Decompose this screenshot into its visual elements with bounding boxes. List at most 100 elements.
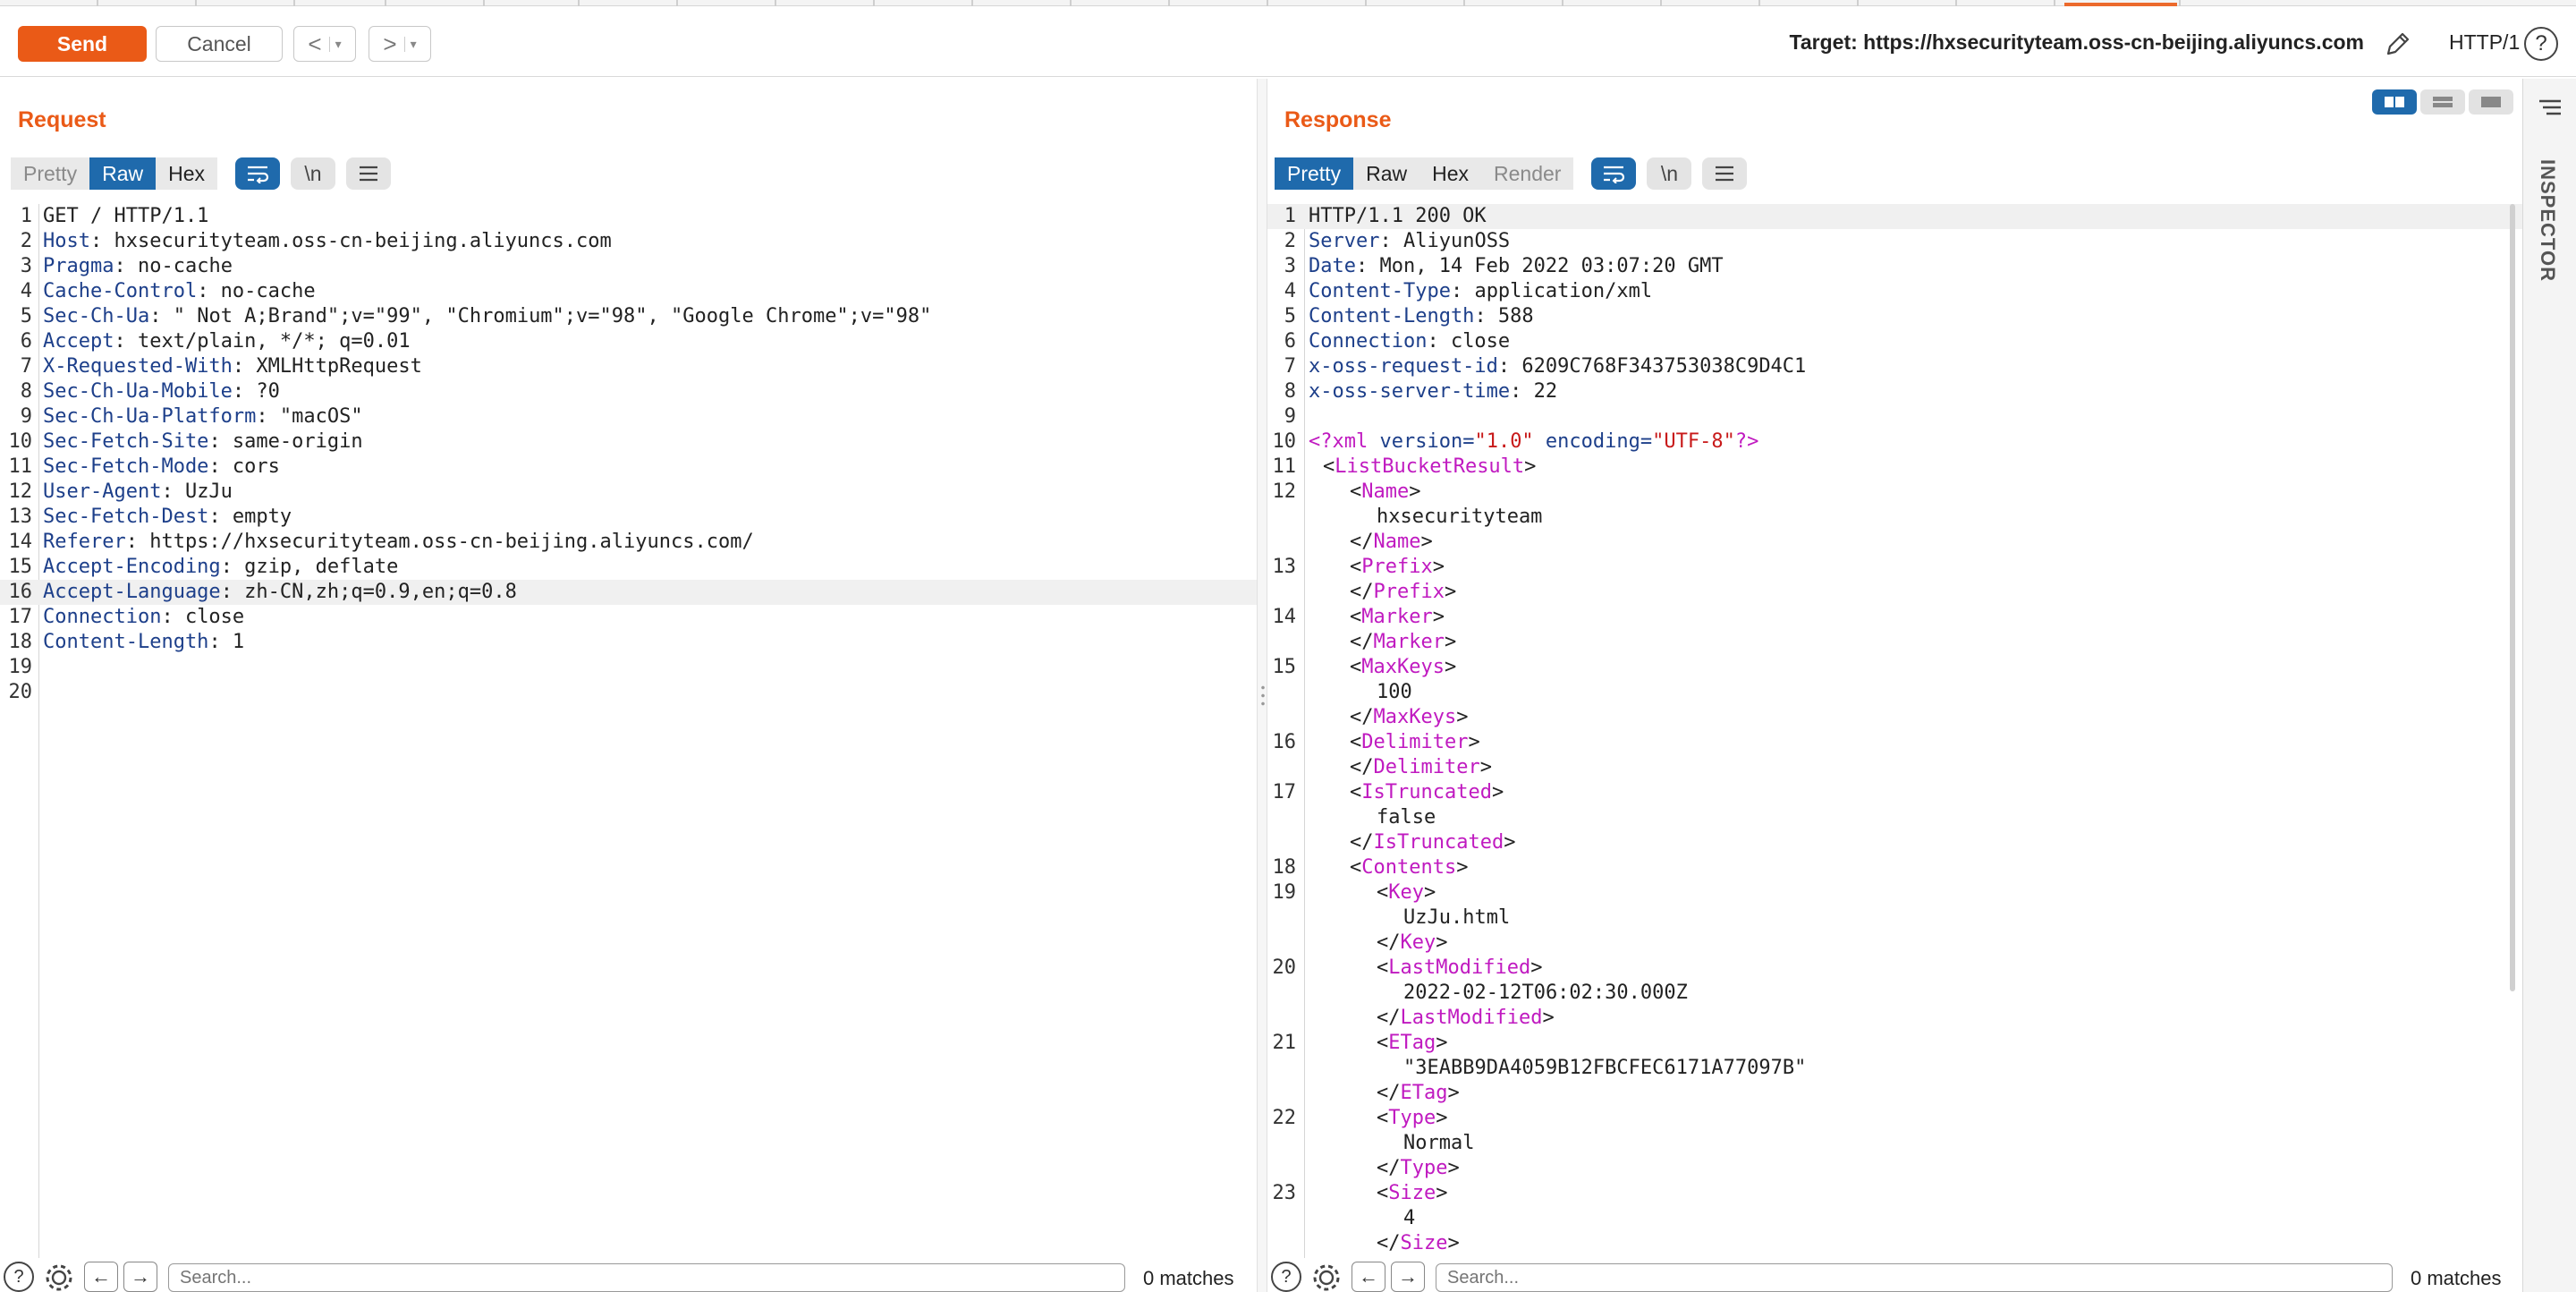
next-match-button[interactable]: → bbox=[123, 1262, 157, 1292]
header-name: x-oss-server-time bbox=[1309, 380, 1511, 403]
line-number: 10 bbox=[1272, 430, 1297, 453]
header-name: Accept-Language bbox=[43, 581, 221, 603]
gear-icon[interactable] bbox=[1310, 1262, 1343, 1292]
header-value: : gzip, deflate bbox=[220, 556, 399, 578]
layout-tabs-button[interactable] bbox=[2469, 89, 2513, 115]
xml-text: false bbox=[1377, 806, 1436, 829]
editor-menu-button[interactable] bbox=[1702, 157, 1748, 190]
response-code[interactable]: 1 HTTP/1.1 200 OK 2 Server: AliyunOSS 3 Date:… bbox=[1267, 204, 2522, 1258]
code-line: 7 X-Requested-With: XMLHttpRequest bbox=[0, 354, 1257, 379]
line-text: </LastModified> bbox=[1309, 1006, 1555, 1031]
xml-text: "3EABB9DA4059B12FBCFEC6171A77097B" bbox=[1403, 1057, 1807, 1079]
tab-separator bbox=[2054, 0, 2055, 6]
wrap-lines-button[interactable] bbox=[235, 157, 280, 190]
code-line: 21 <ETag> bbox=[1267, 1031, 2522, 1056]
xml-bracket: > bbox=[1424, 881, 1436, 904]
tab-hex[interactable]: Hex bbox=[1419, 157, 1481, 190]
tab-separator bbox=[578, 0, 580, 6]
tab-separator bbox=[676, 0, 678, 6]
xml-tag-name: Contents bbox=[1361, 856, 1457, 879]
protocol-selector[interactable]: HTTP/1 bbox=[2449, 30, 2520, 55]
line-text: Sec-Fetch-Mode: cors bbox=[43, 455, 280, 480]
code-line: 8 Sec-Ch-Ua-Mobile: ?0 bbox=[0, 379, 1257, 404]
tab-strip bbox=[0, 0, 2576, 6]
previous-match-button[interactable]: ← bbox=[84, 1262, 118, 1292]
active-repeater-tab[interactable] bbox=[2064, 0, 2177, 6]
line-text: Normal bbox=[1309, 1131, 1474, 1156]
xml-attr-value: "1.0" bbox=[1474, 430, 1534, 453]
header-name: Sec-Fetch-Dest bbox=[43, 506, 209, 528]
header-name: Host bbox=[43, 230, 90, 252]
line-number: 8 bbox=[1284, 380, 1296, 403]
inspector-label[interactable]: INSPECTOR bbox=[2536, 159, 2559, 282]
code-line: 20 <LastModified> bbox=[1267, 956, 2522, 981]
line-text: false bbox=[1309, 805, 1436, 830]
line-number: 14 bbox=[8, 531, 33, 553]
xml-tag-name: Size bbox=[1400, 1232, 1448, 1254]
header-name: Sec-Fetch-Site bbox=[43, 430, 209, 453]
request-editor[interactable]: 1 GET / HTTP/1.1 2 Host: hxsecurityteam.oss… bbox=[0, 204, 1257, 1258]
gear-icon[interactable] bbox=[43, 1262, 75, 1292]
line-number: 7 bbox=[1284, 355, 1296, 378]
code-line: </Key> bbox=[1267, 931, 2522, 956]
tab-raw[interactable]: Raw bbox=[89, 157, 157, 190]
line-text: x-oss-request-id: 6209C768F343753038C9D4… bbox=[1309, 354, 1806, 379]
code-line: "3EABB9DA4059B12FBCFEC6171A77097B" bbox=[1267, 1056, 2522, 1081]
inspector-sidebar[interactable]: INSPECTOR bbox=[2522, 79, 2576, 1292]
response-search-input[interactable] bbox=[1436, 1263, 2393, 1292]
code-line: 4 Content-Type: application/xml bbox=[1267, 279, 2522, 304]
request-view-tabs: Pretty Raw Hex \n bbox=[11, 157, 391, 190]
line-text: Sec-Ch-Ua-Platform: "macOS" bbox=[43, 404, 363, 429]
line-text: Accept-Encoding: gzip, deflate bbox=[43, 555, 398, 580]
layout-stacked-button[interactable] bbox=[2420, 89, 2465, 115]
layout-side-by-side-button[interactable] bbox=[2372, 89, 2417, 115]
line-text: <ETag> bbox=[1309, 1031, 1447, 1056]
request-code[interactable]: 1 GET / HTTP/1.1 2 Host: hxsecurityteam.oss… bbox=[0, 204, 1257, 705]
response-scrollbar[interactable] bbox=[2510, 204, 2515, 991]
line-number: 20 bbox=[8, 681, 33, 703]
request-search-input[interactable] bbox=[168, 1263, 1125, 1292]
line-text: <StorageClass> bbox=[1309, 1256, 1542, 1258]
drag-handle-icon[interactable] bbox=[1261, 684, 1265, 709]
help-icon[interactable]: ? bbox=[1271, 1262, 1301, 1292]
tab-pretty[interactable]: Pretty bbox=[1275, 157, 1354, 190]
code-line: 4 Cache-Control: no-cache bbox=[0, 279, 1257, 304]
xml-text: 4 bbox=[1403, 1207, 1416, 1229]
line-text: <IsTruncated> bbox=[1309, 780, 1504, 805]
cancel-button[interactable]: Cancel bbox=[156, 26, 283, 62]
xml-bracket: > bbox=[1530, 1257, 1542, 1258]
send-button[interactable]: Send bbox=[18, 26, 147, 62]
tab-render[interactable]: Render bbox=[1481, 157, 1574, 190]
forward-history-button[interactable]: > ▾ bbox=[369, 26, 431, 62]
menu-icon[interactable] bbox=[2538, 98, 2563, 116]
editor-menu-button[interactable] bbox=[346, 157, 391, 190]
response-editor[interactable]: 1 HTTP/1.1 200 OK 2 Server: AliyunOSS 3 Date:… bbox=[1267, 204, 2522, 1258]
back-history-button[interactable]: < ▾ bbox=[293, 26, 356, 62]
code-line: 100 bbox=[1267, 680, 2522, 705]
arrow-right-icon: → bbox=[131, 1265, 150, 1288]
xml-tag-name: MaxKeys bbox=[1373, 706, 1457, 728]
xml-bracket: < bbox=[1350, 656, 1362, 678]
request-pane: Request Pretty Raw Hex \n 1 GET / HTTP/1.… bbox=[0, 79, 1257, 1292]
tab-hex[interactable]: Hex bbox=[156, 157, 217, 190]
code-line: 14 Referer: https://hxsecurityteam.oss-cn… bbox=[0, 530, 1257, 555]
chevron-down-icon[interactable]: ▾ bbox=[328, 36, 342, 52]
wrap-lines-button[interactable] bbox=[1591, 157, 1637, 190]
show-newlines-button[interactable]: \n bbox=[1647, 157, 1692, 190]
tab-raw[interactable]: Raw bbox=[1353, 157, 1420, 190]
response-view-tabs: Pretty Raw Hex Render \n bbox=[1275, 157, 1748, 190]
pencil-icon[interactable] bbox=[2383, 29, 2413, 59]
line-number: 7 bbox=[20, 355, 32, 378]
previous-match-button[interactable]: ← bbox=[1352, 1262, 1385, 1292]
xml-attr: version= bbox=[1368, 430, 1475, 453]
code-line: 3 Pragma: no-cache bbox=[0, 254, 1257, 279]
code-line: </Prefix> bbox=[1267, 580, 2522, 605]
tab-pretty[interactable]: Pretty bbox=[11, 157, 90, 190]
chevron-down-icon[interactable]: ▾ bbox=[403, 36, 417, 52]
help-icon[interactable]: ? bbox=[4, 1262, 34, 1292]
next-match-button[interactable]: → bbox=[1391, 1262, 1425, 1292]
help-icon[interactable]: ? bbox=[2524, 27, 2558, 61]
show-newlines-button[interactable]: \n bbox=[291, 157, 335, 190]
pane-divider[interactable] bbox=[1257, 79, 1267, 1292]
xml-bracket: > bbox=[1491, 781, 1504, 803]
